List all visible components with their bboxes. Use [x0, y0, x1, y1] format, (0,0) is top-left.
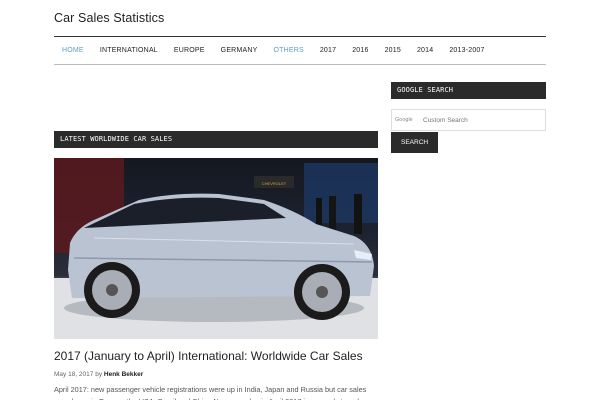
sidebar: Google Search Google Search	[391, 82, 546, 153]
nav-item-2015[interactable]: 2015	[385, 47, 401, 54]
section-title: Latest Worldwide Car Sales	[54, 131, 378, 148]
nav-item-germany[interactable]: Germany	[221, 47, 258, 54]
nav-item-2013-2007[interactable]: 2013-2007	[449, 47, 484, 54]
nav-item-2016[interactable]: 2016	[352, 47, 368, 54]
nav-item-home[interactable]: Home	[62, 47, 84, 54]
post-excerpt: April 2017: new passenger vehicle regist…	[54, 385, 367, 400]
post-date: May 18, 2017	[54, 371, 94, 378]
site-title[interactable]: Car Sales Statistics	[54, 11, 164, 25]
search-input[interactable]	[423, 116, 541, 124]
main-content: Latest Worldwide Car Sales CHEVROLET	[54, 131, 378, 400]
hero-logo-text: CHEVROLET	[262, 181, 287, 186]
search-button[interactable]: Search	[391, 132, 439, 153]
google-label: Google	[395, 117, 413, 123]
main-nav: Home International Europe Germany Others…	[54, 36, 546, 65]
nav-item-international[interactable]: International	[100, 47, 158, 54]
nav-item-2014[interactable]: 2014	[417, 47, 433, 54]
post-author[interactable]: Henk Bekker	[104, 371, 143, 378]
featured-image[interactable]: CHEVROLET	[54, 158, 378, 339]
nav-item-2017[interactable]: 2017	[320, 47, 336, 54]
nav-item-others[interactable]: Others	[273, 47, 303, 54]
car-photo: CHEVROLET	[54, 158, 378, 339]
post-meta: May 18, 2017 by Henk Bekker	[54, 371, 378, 378]
post-by: by	[95, 371, 103, 378]
nav-item-europe[interactable]: Europe	[174, 47, 205, 54]
sidebar-widget-title: Google Search	[391, 82, 546, 99]
post-title[interactable]: 2017 (January to April) International: W…	[54, 349, 378, 363]
search-box: Google	[391, 109, 546, 131]
